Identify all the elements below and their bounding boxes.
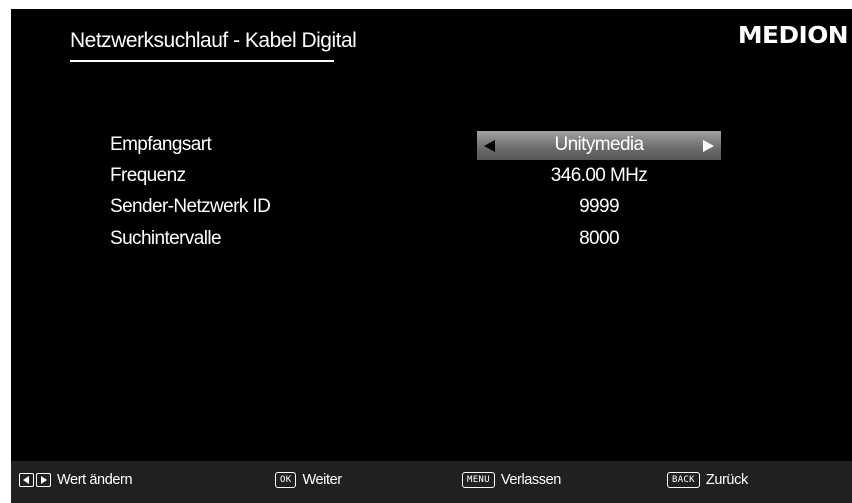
hint-label: Verlassen bbox=[500, 472, 561, 488]
setting-value: 346.00 MHz bbox=[550, 165, 648, 186]
setting-row-frequenz[interactable]: Frequenz 346.00 MHz bbox=[11, 162, 852, 192]
page-title: Netzwerksuchlauf - Kabel Digital bbox=[70, 29, 357, 52]
setting-row-netzwerk-id[interactable]: Sender-Netzwerk ID 9999 bbox=[11, 193, 852, 223]
setting-row-suchintervalle[interactable]: Suchintervalle 8000 bbox=[11, 225, 852, 255]
back-key-icon: BACK bbox=[667, 472, 700, 488]
hint-exit: MENU Verlassen bbox=[462, 469, 561, 491]
left-key-icon bbox=[19, 473, 34, 487]
ok-key-icon: OK bbox=[275, 472, 297, 488]
setting-value: 9999 bbox=[579, 196, 619, 217]
hint-continue: OK Weiter bbox=[275, 469, 342, 491]
setting-label: Empfangsart bbox=[110, 134, 212, 155]
right-key-icon bbox=[36, 473, 51, 487]
title-underline bbox=[70, 60, 334, 62]
tv-screen: Netzwerksuchlauf - Kabel Digital MEDION … bbox=[11, 9, 852, 503]
setting-row-empfangsart[interactable]: Empfangsart Unitymedia bbox=[11, 131, 852, 161]
value-selector[interactable]: Unitymedia bbox=[477, 131, 721, 160]
arrow-right-icon[interactable] bbox=[703, 140, 714, 152]
hint-back: BACK Zurück bbox=[667, 469, 748, 491]
setting-label: Sender-Netzwerk ID bbox=[110, 196, 271, 217]
medion-logo: MEDION bbox=[737, 23, 849, 49]
hint-label: Weiter bbox=[302, 472, 342, 488]
setting-value: Unitymedia bbox=[554, 134, 644, 155]
hint-change-value: Wert ändern bbox=[19, 469, 133, 491]
hint-label: Wert ändern bbox=[57, 472, 133, 488]
setting-value: 8000 bbox=[579, 228, 619, 249]
setting-label: Frequenz bbox=[110, 165, 186, 186]
key-hint-bar: Wert ändern OK Weiter MENU Verlassen BAC… bbox=[11, 461, 852, 503]
menu-key-icon: MENU bbox=[462, 472, 495, 488]
hint-label: Zurück bbox=[705, 472, 748, 488]
left-right-keys-icon bbox=[19, 473, 51, 487]
setting-label: Suchintervalle bbox=[110, 228, 222, 249]
